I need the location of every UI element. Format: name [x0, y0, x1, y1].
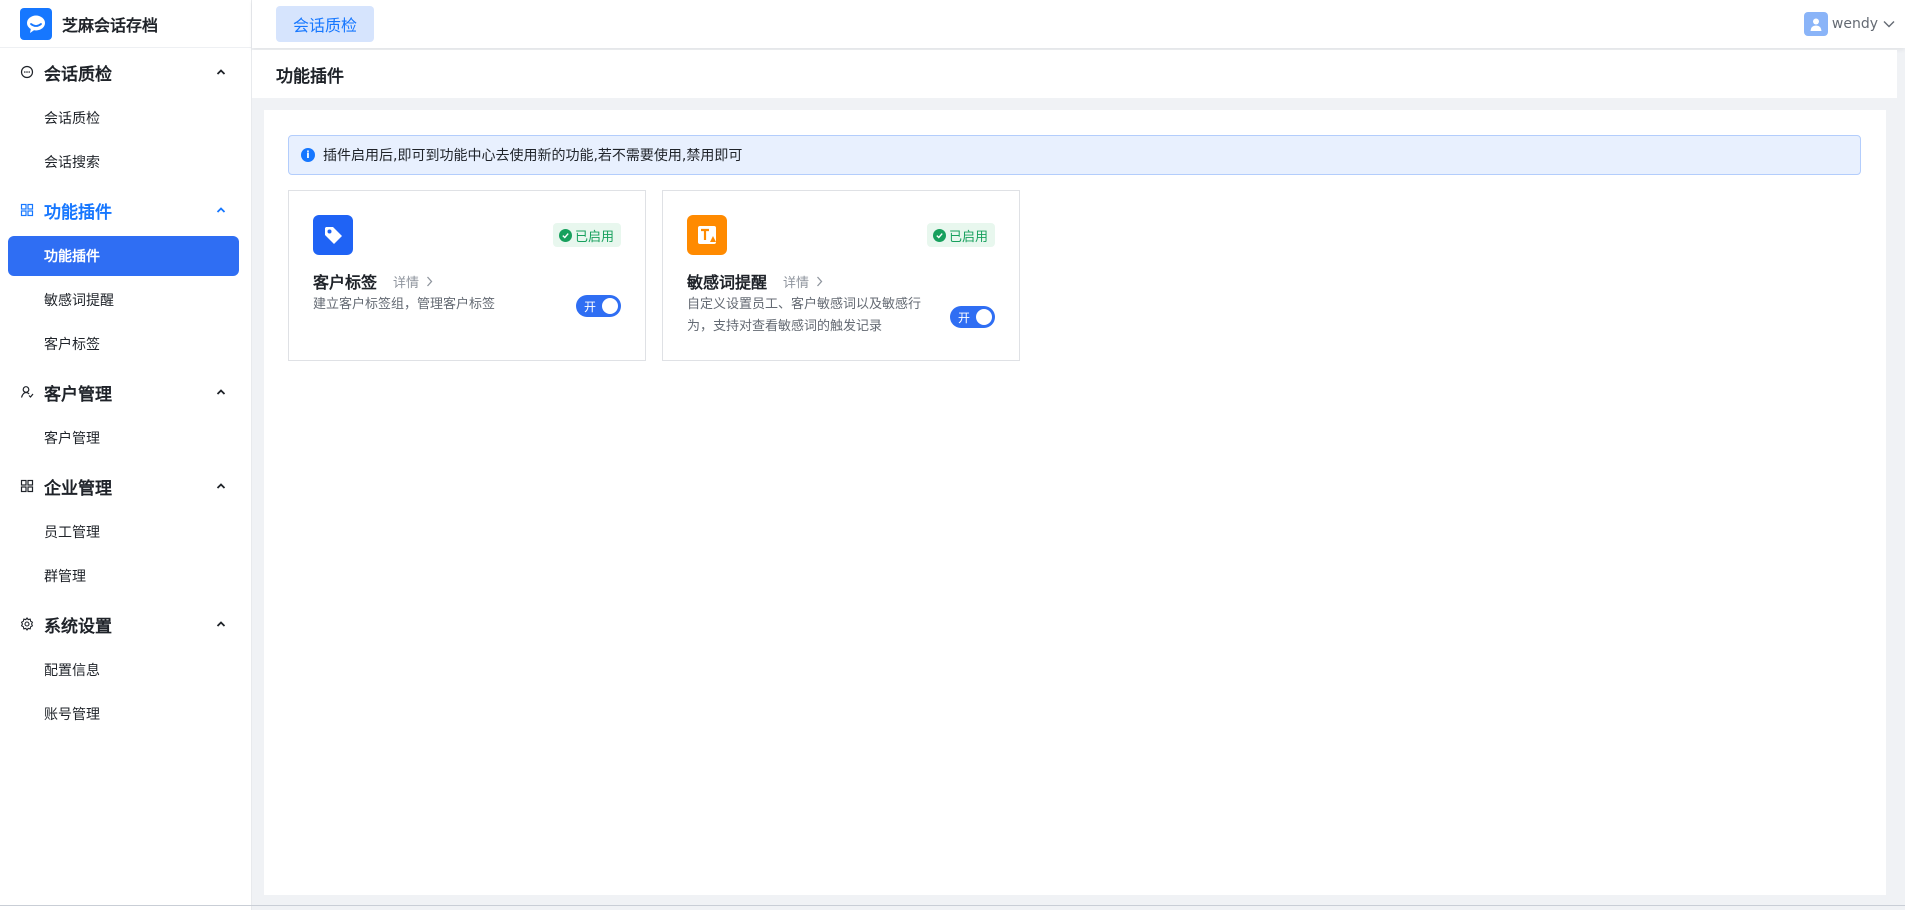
- chevron-up-icon[interactable]: [215, 480, 227, 492]
- user-name[interactable]: wendy: [1832, 16, 1878, 32]
- chevron-down-icon[interactable]: [1883, 20, 1895, 28]
- menu-group-title: 系统设置: [44, 616, 112, 637]
- grid-icon: [20, 203, 34, 217]
- sidebar-item-config-info[interactable]: 配置信息: [8, 650, 239, 690]
- status-badge: 已启用: [926, 223, 995, 247]
- app-title: 芝麻会话存档: [62, 15, 159, 35]
- status-badge: 已启用: [552, 223, 621, 247]
- description-line: 建立客户标签组，管理客户标签: [313, 297, 496, 312]
- detail-label[interactable]: 详情: [783, 272, 809, 291]
- toggle-label: 开: [958, 310, 971, 325]
- check-circle-icon: [558, 228, 572, 242]
- detail-label[interactable]: 详情: [393, 272, 419, 291]
- chevron-up-icon[interactable]: [215, 204, 227, 216]
- check-circle-icon: [932, 228, 946, 242]
- plugin-description: 建立客户标签组，管理客户标签: [313, 294, 495, 316]
- menu-group-header-enterprise[interactable]: 企业管理: [0, 462, 251, 510]
- chevron-up-icon[interactable]: [215, 618, 227, 630]
- plugin-title: 客户标签: [313, 273, 378, 292]
- notice-text: 插件启用后,即可到功能中心去使用新的功能,若不需要使用,禁用即可: [323, 148, 743, 164]
- app-logo-icon: [20, 7, 52, 40]
- plugin-toggle[interactable]: 开: [576, 295, 621, 317]
- bottom-divider: [0, 905, 1905, 906]
- plugin-card-customer-tags: 已启用 客户标签 详情 建立客户标签组，管理客户标签 开: [288, 190, 646, 361]
- chat-bubble-icon: [20, 65, 34, 79]
- menu-group-settings: 系统设置 配置信息 账号管理: [0, 600, 251, 734]
- gear-icon: [20, 617, 34, 631]
- status-text: 已启用: [948, 229, 988, 245]
- text-alert-icon: [687, 215, 727, 255]
- sidebar-item-account-management[interactable]: 账号管理: [8, 694, 239, 734]
- menu-group-header-customers[interactable]: 客户管理: [0, 368, 251, 416]
- sidebar-item-session-qc[interactable]: 会话质检: [8, 98, 239, 138]
- menu-group-header-plugins[interactable]: 功能插件: [0, 186, 251, 234]
- menu-group-header-settings[interactable]: 系统设置: [0, 600, 251, 648]
- info-icon: i: [301, 148, 315, 162]
- description-line: 为，支持对查看敏感词的触发记录: [687, 319, 883, 334]
- sidebar-item-group-management[interactable]: 群管理: [8, 556, 239, 596]
- page-header: 功能插件: [252, 50, 1897, 98]
- menu-group-title: 企业管理: [44, 478, 112, 499]
- sidebar-item-staff-management[interactable]: 员工管理: [8, 512, 239, 552]
- toggle-knob: [976, 309, 992, 325]
- plugin-description: 自定义设置员工、客户敏感词以及敏感行 为，支持对查看敏感词的触发记录: [687, 294, 921, 338]
- avatar[interactable]: [1803, 12, 1828, 36]
- app-logo-bar: 芝麻会话存档: [0, 0, 251, 48]
- page-title: 功能插件: [276, 66, 344, 87]
- menu-group-title: 客户管理: [44, 384, 112, 405]
- sidebar-item-sensitive-words[interactable]: 敏感词提醒: [8, 280, 239, 320]
- tag-icon: [313, 215, 353, 255]
- sidebar-item-customer-management[interactable]: 客户管理: [8, 418, 239, 458]
- grid-icon: [20, 479, 34, 493]
- sidebar-item-plugins[interactable]: 功能插件: [8, 236, 239, 276]
- chevron-up-icon[interactable]: [215, 386, 227, 398]
- menu-group-title: 功能插件: [44, 202, 112, 223]
- menu-group-plugins: 功能插件 功能插件 敏感词提醒 客户标签: [0, 186, 251, 364]
- tab-session-qc[interactable]: 会话质检: [276, 6, 375, 42]
- plugin-toggle[interactable]: 开: [950, 306, 995, 328]
- top-bar: 会话质检 wendy: [252, 0, 1905, 48]
- chevron-right-icon[interactable]: [816, 276, 823, 287]
- user-menu[interactable]: wendy: [1803, 0, 1895, 48]
- menu-group-header-session-qc[interactable]: 会话质检: [0, 48, 251, 96]
- chevron-up-icon[interactable]: [215, 66, 227, 78]
- plugin-title: 敏感词提醒: [687, 273, 768, 292]
- menu-group-customers: 客户管理 客户管理: [0, 368, 251, 458]
- status-text: 已启用: [574, 229, 614, 245]
- menu-group-title: 会话质检: [44, 64, 112, 85]
- info-notice: i 插件启用后,即可到功能中心去使用新的功能,若不需要使用,禁用即可: [288, 135, 1861, 175]
- chevron-right-icon[interactable]: [426, 276, 433, 287]
- menu-group-enterprise: 企业管理 员工管理 群管理: [0, 462, 251, 596]
- description-line: 自定义设置员工、客户敏感词以及敏感行: [687, 297, 922, 312]
- menu-group-session-qc: 会话质检 会话质检 会话搜索: [0, 48, 251, 182]
- sidebar-item-customer-tags[interactable]: 客户标签: [8, 324, 239, 364]
- toggle-label: 开: [584, 299, 597, 314]
- sidebar: 芝麻会话存档 会话质检 会话质检 会话搜索 功能插件 功能插件 敏感词提醒 客户…: [0, 0, 252, 910]
- detail-link[interactable]: 详情: [393, 272, 433, 291]
- detail-link[interactable]: 详情: [783, 272, 823, 291]
- customer-icon: [20, 385, 34, 399]
- main-content: i 插件启用后,即可到功能中心去使用新的功能,若不需要使用,禁用即可 已启用 客…: [264, 110, 1886, 895]
- sidebar-item-session-search[interactable]: 会话搜索: [8, 142, 239, 182]
- plugin-card-sensitive-words: 已启用 敏感词提醒 详情 自定义设置员工、客户敏感词以及敏感行 为，支持对查看敏…: [662, 190, 1020, 361]
- toggle-knob: [602, 298, 618, 314]
